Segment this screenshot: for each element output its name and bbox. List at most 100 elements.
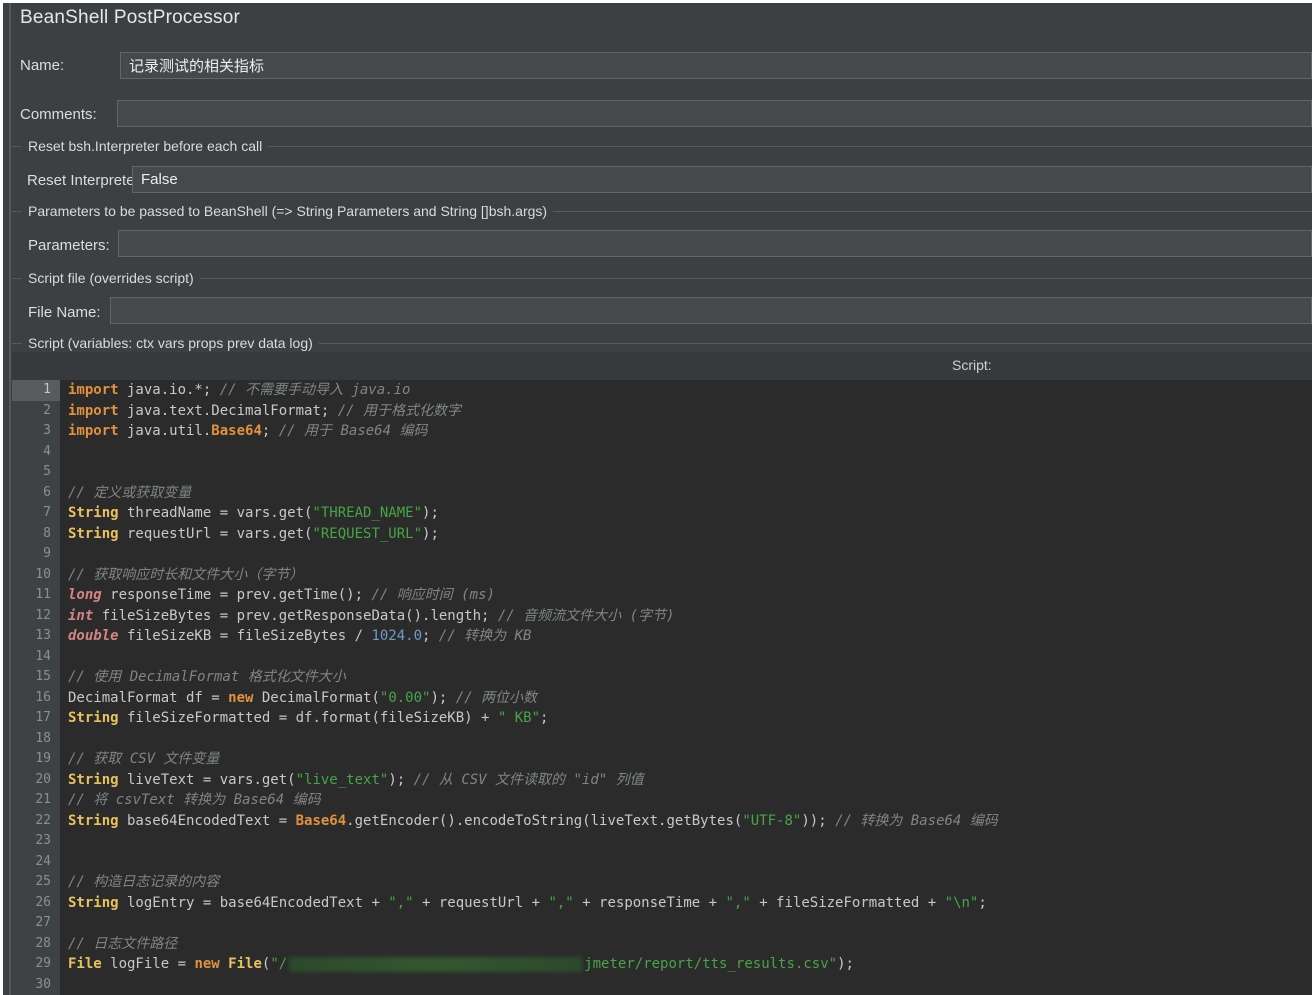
code-line[interactable]: String liveText = vars.get("live_text");…: [68, 770, 1312, 791]
code-token: + responseTime +: [573, 894, 726, 911]
line-number: 26: [35, 894, 51, 910]
reset-interpreter-combo[interactable]: [132, 166, 1312, 193]
code-token: new: [194, 956, 220, 972]
code-line[interactable]: // 构造日志记录的内容: [68, 872, 1312, 893]
code-token: // 音频流文件大小 (字节): [497, 607, 675, 624]
code-line[interactable]: File logFile = new File("/jmeter/report/…: [68, 954, 1312, 975]
code-token: fileSizeBytes = prev.getResponseData().l…: [93, 607, 498, 624]
code-token: String: [68, 771, 119, 788]
code-token: String: [68, 812, 119, 829]
code-token: );: [422, 525, 439, 542]
code-line[interactable]: [68, 975, 1312, 995]
parameters-input[interactable]: [118, 230, 1312, 257]
code-line[interactable]: String threadName = vars.get("THREAD_NAM…: [68, 503, 1312, 524]
line-number: 25: [35, 874, 51, 889]
line-number: 2: [43, 402, 51, 418]
code-token: liveText = vars.get(: [118, 771, 296, 788]
editor-code[interactable]: import java.io.*; // 不需要手动导入 java.io impo…: [60, 380, 1312, 995]
code-line[interactable]: [68, 729, 1312, 750]
code-token: // 转换为 KB: [438, 628, 532, 644]
parameters-group-title: Parameters to be passed to BeanShell (=>…: [22, 203, 554, 219]
code-token: // 获取 CSV 文件变量: [68, 751, 220, 767]
code-line[interactable]: String base64EncodedText = Base64.getEnc…: [68, 811, 1312, 832]
reset-interpreter-label: Reset Interpreter:: [27, 172, 144, 189]
code-token: logFile =: [101, 956, 195, 972]
code-line[interactable]: // 日志文件路径: [68, 934, 1312, 955]
code-token: );: [422, 505, 439, 521]
code-line[interactable]: [68, 831, 1312, 852]
line-number: 7: [43, 505, 51, 520]
code-token: "/: [270, 956, 288, 972]
code-line[interactable]: import java.text.DecimalFormat; // 用于格式化…: [68, 401, 1312, 422]
code-line[interactable]: DecimalFormat df = new DecimalFormat("0.…: [68, 688, 1312, 709]
code-token: // 不需要手动导入 java.io: [219, 382, 411, 398]
code-token: requestUrl = vars.get(: [118, 525, 313, 542]
code-token: threadName = vars.get(: [118, 505, 313, 521]
code-token: import: [68, 382, 119, 398]
code-token: long: [68, 587, 102, 603]
code-token: "0.00": [379, 689, 431, 706]
code-token: "\n": [944, 894, 979, 911]
line-number: 8: [43, 525, 51, 541]
code-line[interactable]: import java.io.*; // 不需要手动导入 java.io: [68, 380, 1312, 401]
code-line[interactable]: [68, 442, 1312, 463]
code-line[interactable]: [68, 462, 1312, 483]
code-line[interactable]: int fileSizeBytes = prev.getResponseData…: [68, 606, 1312, 627]
code-line[interactable]: String fileSizeFormatted = df.format(fil…: [68, 708, 1312, 729]
code-token: java.io.*;: [118, 382, 220, 398]
code-token: // 日志文件路径: [68, 935, 178, 952]
code-token: import: [68, 423, 119, 439]
name-input[interactable]: [120, 52, 1312, 79]
code-line[interactable]: // 定义或获取变量: [68, 483, 1312, 504]
filename-label: File Name:: [28, 304, 101, 321]
script-file-group-border: [12, 278, 1312, 279]
code-line[interactable]: // 使用 DecimalFormat 格式化文件大小: [68, 667, 1312, 688]
code-line[interactable]: [68, 852, 1312, 873]
code-token: logEntry = base64EncodedText +: [118, 894, 389, 911]
code-token: // 将 csvText 转换为 Base64 编码: [68, 792, 321, 808]
code-line[interactable]: long responseTime = prev.getTime(); // 响…: [68, 585, 1312, 606]
code-line[interactable]: double fileSizeKB = fileSizeBytes / 1024…: [68, 626, 1312, 647]
line-number: 14: [35, 648, 51, 664]
reset-group-title: Reset bsh.Interpreter before each call: [22, 138, 269, 154]
page-title: BeanShell PostProcessor: [20, 7, 241, 28]
code-line[interactable]: [68, 544, 1312, 565]
script-header-label: Script:: [952, 357, 992, 373]
code-token: fileSizeFormatted = df.format(fileSizeKB…: [118, 710, 498, 726]
code-line[interactable]: // 获取 CSV 文件变量: [68, 749, 1312, 770]
code-token: );: [837, 956, 854, 972]
filename-input[interactable]: [110, 297, 1312, 324]
code-line[interactable]: String requestUrl = vars.get("REQUEST_UR…: [68, 524, 1312, 545]
code-token: // 用于格式化数字: [337, 402, 462, 419]
line-number: 23: [35, 833, 51, 848]
code-token: + requestUrl +: [413, 894, 549, 911]
comments-input[interactable]: [117, 100, 1312, 127]
line-number: 16: [35, 689, 51, 705]
redacted-path: [289, 956, 583, 972]
code-token: // 用于 Base64 编码: [278, 423, 428, 439]
line-number: 19: [35, 751, 51, 766]
code-line[interactable]: import java.util.Base64; // 用于 Base64 编码: [68, 421, 1312, 442]
comments-label: Comments:: [20, 106, 97, 123]
line-number: 1: [12, 380, 60, 401]
code-token: DecimalFormat df =: [68, 689, 229, 706]
code-line[interactable]: // 将 csvText 转换为 Base64 编码: [68, 790, 1312, 811]
code-token: " KB": [497, 710, 541, 726]
code-token: ",": [548, 894, 574, 911]
code-token: ",": [388, 894, 414, 911]
code-token: // 两位小数: [455, 689, 538, 706]
code-line[interactable]: [68, 647, 1312, 668]
code-line[interactable]: String logEntry = base64EncodedText + ",…: [68, 893, 1312, 914]
code-line[interactable]: // 获取响应时长和文件大小（字节）: [68, 565, 1312, 586]
code-token: ;: [261, 423, 279, 439]
code-token: ;: [422, 628, 439, 644]
code-token: responseTime = prev.getTime();: [101, 587, 372, 603]
code-line[interactable]: [68, 913, 1312, 934]
script-editor[interactable]: 1 2 3 4 5 6 7 8 9 10 11 12 13 14 15 16 17 18 19 20 21 22 23 24 2…: [12, 380, 1312, 995]
code-token: // 从 CSV 文件读取的 "id" 列值: [413, 771, 644, 788]
code-token: String: [68, 710, 119, 726]
line-number: 3: [43, 423, 51, 438]
code-token: java.text.DecimalFormat;: [118, 402, 338, 419]
code-token: // 响应时间 (ms): [371, 587, 495, 603]
line-number: 22: [35, 812, 51, 828]
